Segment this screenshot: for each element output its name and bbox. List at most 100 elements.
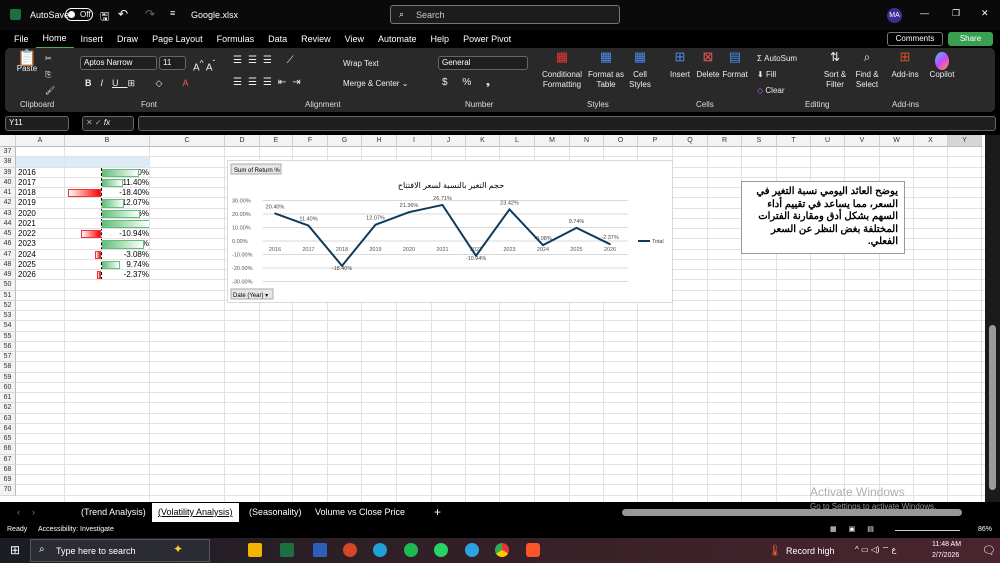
column-header-C[interactable]: C	[150, 135, 225, 147]
telegram-icon[interactable]	[465, 543, 479, 557]
row-header[interactable]: 51	[0, 290, 16, 301]
row-header[interactable]: 69	[0, 475, 16, 486]
tab-scroll-right-icon[interactable]: ›	[32, 507, 35, 517]
restore-icon[interactable]: ❐	[952, 8, 960, 19]
row-header[interactable]: 37	[0, 147, 16, 158]
ribbon-tab-page-layout[interactable]: Page Layout	[145, 30, 210, 48]
weather-text[interactable]: Record high	[786, 546, 835, 556]
search-box[interactable]: ⌕ Search	[390, 5, 620, 24]
number-format-select[interactable]: General	[438, 56, 528, 70]
column-header-L[interactable]: L	[500, 135, 535, 147]
avatar[interactable]: MA	[887, 8, 902, 23]
row-header[interactable]: 67	[0, 454, 16, 465]
row-header[interactable]: 60	[0, 382, 16, 393]
sheet-tab[interactable]: (Volatility Analysis)	[152, 503, 239, 522]
column-header-M[interactable]: M	[535, 135, 570, 147]
row-header[interactable]: 47	[0, 249, 16, 260]
paste-button[interactable]: 📋 Paste	[15, 51, 39, 74]
zoom-slider[interactable]	[895, 530, 960, 531]
row-header[interactable]: 63	[0, 413, 16, 424]
tab-scroll-left-icon[interactable]: ‹	[17, 507, 20, 517]
formula-input[interactable]	[138, 116, 996, 131]
ribbon-tab-automate[interactable]: Automate	[371, 30, 424, 48]
column-header-O[interactable]: O	[604, 135, 638, 147]
select-all-corner[interactable]	[0, 135, 16, 147]
row-header[interactable]: 66	[0, 444, 16, 455]
row-header[interactable]: 64	[0, 423, 16, 434]
autosum-button[interactable]: Σ AutoSum	[757, 54, 797, 64]
column-header-Q[interactable]: Q	[673, 135, 708, 147]
horizontal-align-icons[interactable]: ☰☰☰⇤⇥	[233, 78, 307, 88]
sheet-tab[interactable]: (Trend Analysis)	[75, 503, 152, 522]
column-header-H[interactable]: H	[362, 135, 397, 147]
windows-start-icon[interactable]: ⊞	[10, 543, 20, 557]
copy-icon[interactable]: ⎘	[45, 70, 51, 80]
grow-font-icon[interactable]: A^ Aˇ	[193, 58, 215, 73]
column-header-S[interactable]: S	[742, 135, 777, 147]
pivot-chart[interactable]: Sum of Return % حجم التغير بالنسبة لسعر ا…	[227, 160, 673, 303]
row-header[interactable]: 45	[0, 229, 16, 240]
column-header-X[interactable]: X	[914, 135, 948, 147]
system-tray-icons[interactable]: ^ ▭ ◁) ⌔ ع	[855, 545, 896, 555]
column-header-U[interactable]: U	[811, 135, 845, 147]
ribbon-tab-file[interactable]: File	[7, 30, 36, 48]
row-header[interactable]: 39	[0, 167, 16, 178]
ribbon-tab-power-pivot[interactable]: Power Pivot	[456, 30, 518, 48]
row-header[interactable]: 44	[0, 218, 16, 229]
number-format-icons[interactable]: $ % ❟	[442, 78, 496, 88]
view-buttons[interactable]: ▦▣▤	[830, 525, 886, 533]
row-header[interactable]: 53	[0, 311, 16, 322]
ribbon-tab-data[interactable]: Data	[261, 30, 294, 48]
row-header[interactable]: 41	[0, 188, 16, 199]
column-header-A[interactable]: A	[16, 135, 65, 147]
ribbon-tab-review[interactable]: Review	[294, 30, 338, 48]
row-header[interactable]: 65	[0, 434, 16, 445]
column-header-N[interactable]: N	[570, 135, 604, 147]
column-header-Y[interactable]: Y	[948, 135, 982, 147]
clock-time[interactable]: 11:48 AM	[932, 541, 961, 548]
column-header-I[interactable]: I	[397, 135, 432, 147]
insert-cells-button[interactable]: ⊞ Insert	[667, 50, 693, 80]
scroll-thumb[interactable]	[989, 325, 996, 490]
notifications-icon[interactable]: 🗨	[982, 544, 996, 557]
clock-date[interactable]: 2/7/2026	[932, 552, 959, 559]
spotify-icon[interactable]	[404, 543, 418, 557]
cut-icon[interactable]: ✂	[45, 54, 52, 64]
row-header[interactable]: 43	[0, 208, 16, 219]
customize-icon[interactable]: ≡	[170, 8, 175, 18]
share-button[interactable]: Share	[948, 32, 993, 46]
align-icons[interactable]: ☰☰☰ ⟋	[233, 56, 300, 66]
addins-button[interactable]: ⊞ Add-ins	[891, 50, 919, 80]
merge-center-button[interactable]: Merge & Center ⌄	[343, 79, 408, 89]
edge-icon[interactable]	[373, 543, 387, 557]
column-header-P[interactable]: P	[638, 135, 673, 147]
column-header-E[interactable]: E	[260, 135, 293, 147]
font-size-select[interactable]: 11	[159, 56, 186, 70]
row-header[interactable]: 49	[0, 270, 16, 281]
sort-filter-button[interactable]: ⇅ Sort & Filter	[821, 51, 849, 90]
row-header[interactable]: 62	[0, 403, 16, 414]
sheet-tab[interactable]: Volume vs Close Price	[309, 503, 411, 522]
accessibility-status[interactable]: Accessibility: Investigate	[38, 526, 114, 533]
whatsapp-icon[interactable]	[434, 543, 448, 557]
wrap-text-button[interactable]: Wrap Text	[343, 59, 379, 69]
ribbon-tab-view[interactable]: View	[338, 30, 371, 48]
row-header[interactable]: 56	[0, 341, 16, 352]
add-sheet-icon[interactable]: +	[434, 505, 441, 519]
row-header[interactable]: 42	[0, 198, 16, 209]
column-header-G[interactable]: G	[328, 135, 362, 147]
file-explorer-icon[interactable]	[248, 543, 262, 557]
bold-italic-underline-buttons[interactable]: BIU⊞ ◇ A	[85, 78, 198, 88]
copilot-button[interactable]: Copilot	[927, 52, 957, 80]
excel-taskbar-icon[interactable]	[280, 543, 294, 557]
worksheet-grid[interactable]: -2.37% 2026 9.74% 2025 -3.08% 2024 23.42% 2023 -…	[0, 135, 985, 502]
row-header[interactable]: 40	[0, 177, 16, 188]
column-header-V[interactable]: V	[845, 135, 880, 147]
powerpoint-icon[interactable]	[343, 543, 357, 557]
column-header-J[interactable]: J	[432, 135, 466, 147]
ribbon-tab-home[interactable]: Home	[35, 29, 74, 49]
row-header[interactable]: 70	[0, 485, 16, 496]
row-header[interactable]: 50	[0, 280, 16, 291]
format-painter-icon[interactable]: 🖌	[45, 86, 55, 96]
chrome-icon[interactable]	[495, 543, 509, 557]
